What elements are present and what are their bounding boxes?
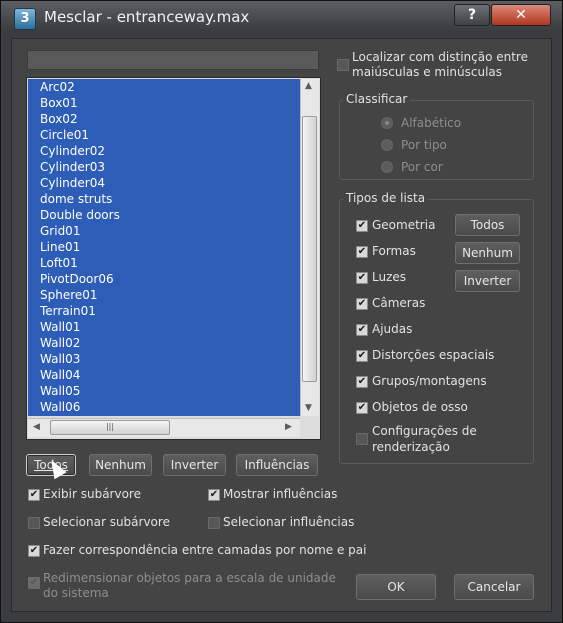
list-item[interactable]: Box02 (40, 111, 78, 127)
ok-button[interactable]: OK (356, 574, 436, 600)
cameras-label: Câmeras (372, 296, 426, 310)
show-subtree-label: Exibir subárvore (43, 487, 141, 501)
case-sensitive-label: Localizar com distinção entre (352, 50, 528, 64)
invert-selection-button[interactable]: Inverter (163, 454, 226, 476)
helpers-label: Ajudas (372, 322, 413, 336)
list-item[interactable]: Line01 (40, 239, 80, 255)
name-filter-input[interactable] (27, 50, 319, 70)
groups-label: Grupos/montagens (372, 374, 487, 388)
list-item[interactable]: Cylinder03 (40, 159, 105, 175)
sort-by-type-radio[interactable] (381, 139, 393, 151)
select-influences-label: Selecionar influências (223, 515, 355, 529)
list-item[interactable]: Wall01 (40, 319, 80, 335)
help-icon: ? (467, 7, 477, 23)
rescale-units-label-line2: do sistema (43, 586, 109, 600)
geometry-label: Geometria (372, 218, 436, 232)
sort-by-color-label: Por cor (401, 160, 443, 174)
list-item[interactable]: Cylinder04 (40, 175, 105, 191)
lights-label: Luzes (372, 270, 407, 284)
app-3dsmax-icon: 3 (14, 8, 36, 30)
list-item[interactable]: Grid01 (40, 223, 80, 239)
grip-icon: ||| (105, 422, 115, 431)
render-settings-label: Configurações de (372, 424, 477, 438)
case-sensitive-label-line2: maiúsculas e minúsculas (352, 65, 503, 79)
select-subtree-checkbox[interactable] (28, 517, 40, 529)
match-layers-label: Fazer correspondência entre camadas por … (43, 543, 367, 557)
list-item[interactable]: Circle01 (40, 127, 89, 143)
list-item[interactable]: Wall02 (40, 335, 80, 351)
list-item[interactable]: Wall04 (40, 367, 80, 383)
sort-group-title: Classificar (343, 92, 411, 106)
list-item[interactable]: Terrain01 (40, 303, 96, 319)
sort-by-type-label: Por tipo (401, 138, 447, 152)
case-sensitive-checkbox[interactable] (337, 59, 349, 71)
close-icon: ✕ (515, 7, 527, 23)
geometry-checkbox[interactable]: ✔ (356, 220, 368, 232)
types-none-button[interactable]: Nenhum (455, 242, 520, 264)
scroll-left-arrow-icon[interactable]: ◀ (33, 422, 40, 432)
select-subtree-label: Selecionar subárvore (43, 515, 170, 529)
window-title: Mesclar - entranceway.max (44, 8, 250, 26)
match-layers-checkbox[interactable]: ✔ (28, 545, 40, 557)
vertical-scroll-thumb[interactable] (302, 116, 317, 382)
render-settings-checkbox[interactable] (356, 433, 368, 445)
scroll-down-arrow-icon[interactable]: ▼ (305, 403, 312, 413)
scrollbar-corner (300, 418, 319, 437)
horizontal-scroll-thumb[interactable]: ||| (50, 420, 170, 435)
show-subtree-checkbox[interactable]: ✔ (28, 489, 40, 501)
lights-checkbox[interactable]: ✔ (356, 272, 368, 284)
space-warps-label: Distorções espaciais (372, 348, 495, 362)
shapes-checkbox[interactable]: ✔ (356, 246, 368, 258)
list-item[interactable]: Cylinder02 (40, 143, 105, 159)
list-item[interactable]: Double doors (40, 207, 120, 223)
cameras-checkbox[interactable]: ✔ (356, 298, 368, 310)
types-all-button[interactable]: Todos (455, 214, 520, 236)
rescale-units-label: Redimensionar objetos para a escala de u… (43, 571, 336, 585)
list-item[interactable]: Wall06 (40, 399, 80, 415)
help-button[interactable]: ? (454, 4, 490, 26)
close-button[interactable]: ✕ (491, 4, 551, 26)
types-invert-button[interactable]: Inverter (455, 270, 520, 292)
render-settings-label-line2: renderização (372, 440, 450, 454)
select-influences-checkbox[interactable] (208, 517, 220, 529)
list-item[interactable]: PivotDoor06 (40, 271, 114, 287)
list-item[interactable]: Box01 (40, 95, 78, 111)
list-item[interactable]: Wall05 (40, 383, 80, 399)
scroll-right-arrow-icon[interactable]: ▶ (285, 422, 292, 432)
sort-alphabetical-label: Alfabético (401, 116, 462, 130)
sort-by-color-radio[interactable] (381, 161, 393, 173)
rescale-units-checkbox[interactable]: ✔ (28, 577, 40, 589)
influences-button[interactable]: Influências (236, 454, 318, 476)
bone-objects-label: Objetos de osso (372, 400, 468, 414)
list-item[interactable]: Loft01 (40, 255, 78, 271)
list-item[interactable]: Sphere01 (40, 287, 98, 303)
list-item[interactable]: Wall03 (40, 351, 80, 367)
shapes-label: Formas (372, 244, 416, 258)
list-types-group-title: Tipos de lista (343, 191, 429, 205)
select-none-button[interactable]: Nenhum (89, 454, 152, 476)
helpers-checkbox[interactable]: ✔ (356, 324, 368, 336)
space-warps-checkbox[interactable]: ✔ (356, 350, 368, 362)
bone-objects-checkbox[interactable]: ✔ (356, 402, 368, 414)
cancel-button[interactable]: Cancelar (454, 574, 534, 600)
list-item[interactable]: dome struts (40, 191, 112, 207)
sort-alphabetical-radio[interactable] (381, 117, 393, 129)
groups-checkbox[interactable]: ✔ (356, 376, 368, 388)
show-influences-label: Mostrar influências (223, 487, 338, 501)
list-item[interactable]: Arc02 (40, 79, 75, 95)
object-list-items[interactable]: Arc02 Box01 Box02 Circle01 Cylinder02 Cy… (28, 79, 300, 416)
scroll-up-arrow-icon[interactable]: ▲ (305, 81, 312, 91)
show-influences-checkbox[interactable]: ✔ (208, 489, 220, 501)
